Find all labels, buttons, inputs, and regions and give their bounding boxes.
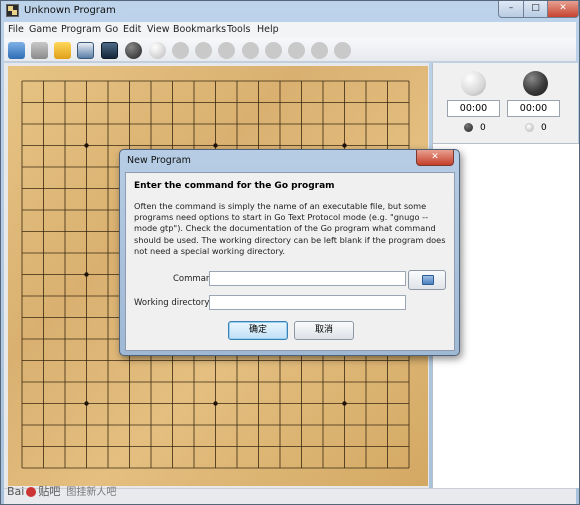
watermark-sub: 图挂新人吧	[66, 487, 117, 498]
forward-icon[interactable]	[242, 42, 259, 59]
watermark: Bai 贴吧 图挂新人吧	[7, 483, 116, 499]
forward-10-icon[interactable]	[265, 42, 282, 59]
menu-program[interactable]: Program	[61, 24, 101, 35]
star-point	[342, 143, 347, 148]
menu-tools[interactable]: Tools	[227, 24, 250, 35]
paw-icon	[26, 487, 37, 497]
cancel-button[interactable]: 取消	[294, 321, 354, 340]
play-black-icon[interactable]	[125, 42, 142, 59]
variation-icon[interactable]	[311, 42, 328, 59]
black-captures-icon	[464, 123, 473, 132]
workdir-input[interactable]	[209, 295, 406, 310]
menu-view[interactable]: View	[147, 24, 170, 35]
minimize-button[interactable]: –	[498, 1, 524, 18]
white-stone-icon	[461, 71, 486, 96]
close-file-icon[interactable]	[77, 42, 94, 59]
star-point	[213, 401, 218, 406]
ok-button[interactable]: 确定	[228, 321, 288, 340]
dialog-title: New Program	[127, 155, 191, 166]
board-setup-icon[interactable]	[101, 42, 118, 59]
command-input[interactable]	[209, 271, 406, 286]
star-point	[84, 401, 89, 406]
maximize-button[interactable]: □	[523, 1, 548, 18]
dialog-body: Enter the command for the Go program Oft…	[125, 172, 455, 351]
browse-button[interactable]	[408, 270, 446, 290]
back-10-icon[interactable]	[195, 42, 212, 59]
variation-down-icon[interactable]	[334, 42, 351, 59]
dialog-description: Often the command is simply the name of …	[134, 201, 446, 256]
watermark-logo: Bai	[7, 485, 25, 498]
watermark-logo-cn: 贴吧	[38, 485, 61, 498]
white-clock: 00:00	[447, 100, 500, 117]
white-captures: 0	[541, 123, 547, 133]
dialog-heading: Enter the command for the Go program	[134, 181, 335, 191]
black-stone-icon	[523, 71, 548, 96]
workdir-label: Working directory:	[134, 298, 212, 308]
save-icon[interactable]	[54, 42, 71, 59]
play-white-icon[interactable]	[149, 42, 166, 59]
back-icon[interactable]	[218, 42, 235, 59]
new-game-icon[interactable]	[8, 42, 25, 59]
black-captures: 0	[480, 123, 486, 133]
end-icon[interactable]	[288, 42, 305, 59]
new-program-dialog: New Program ✕ Enter the command for the …	[119, 149, 460, 356]
menu-game[interactable]: Game	[29, 24, 57, 35]
open-icon[interactable]	[31, 42, 48, 59]
star-point	[84, 143, 89, 148]
folder-icon	[422, 275, 434, 285]
toolbar	[4, 38, 576, 62]
menu-go[interactable]: Go	[105, 24, 118, 35]
window-title: Unknown Program	[24, 5, 116, 16]
title-bar[interactable]: Unknown Program – □ ✕	[1, 1, 579, 21]
menu-bookmarks[interactable]: Bookmarks	[173, 24, 226, 35]
menu-edit[interactable]: Edit	[123, 24, 141, 35]
menu-help[interactable]: Help	[257, 24, 279, 35]
black-clock: 00:00	[507, 100, 560, 117]
star-point	[342, 401, 347, 406]
star-point	[84, 272, 89, 277]
menu-file[interactable]: File	[8, 24, 24, 35]
app-icon	[6, 4, 19, 17]
close-button[interactable]: ✕	[547, 1, 579, 18]
white-captures-icon	[525, 123, 534, 132]
beginning-icon[interactable]	[172, 42, 189, 59]
dialog-close-button[interactable]: ✕	[416, 150, 454, 166]
menu-bar: File Game Program Go Edit View Bookmarks…	[4, 22, 576, 38]
star-point	[213, 143, 218, 148]
